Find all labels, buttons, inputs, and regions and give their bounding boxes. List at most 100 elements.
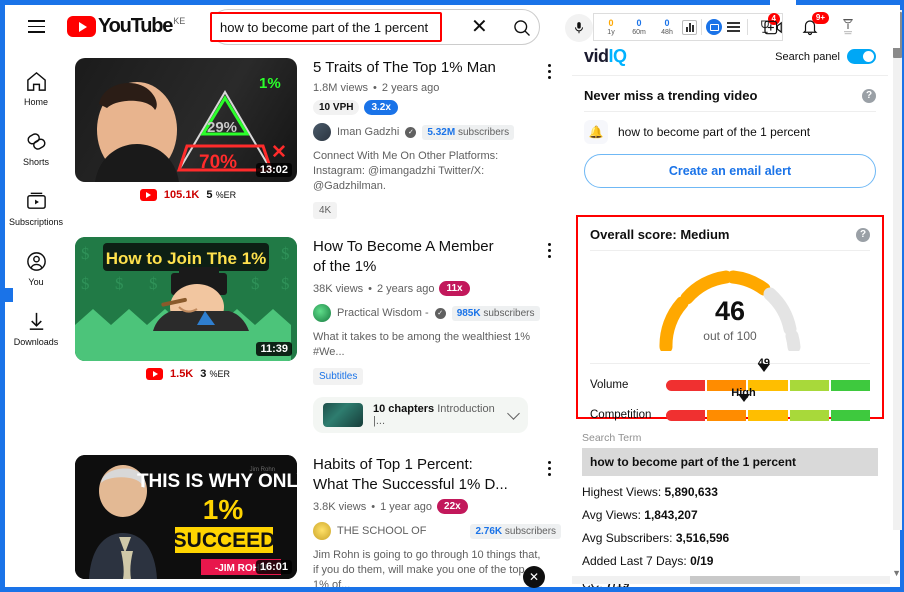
channel-row[interactable]: THE SCHOOL OF 2.76K subscribers [313, 522, 567, 540]
channel-row[interactable]: Practical Wisdom - 985K subscribers [313, 304, 567, 322]
sidebar-item-label: Subscriptions [8, 217, 64, 227]
thumbnail-column: 1% 29% 70% ✕ 13:02 105.1K 5 %ER [75, 58, 301, 219]
stat-label: Added Last 7 Days: [582, 554, 687, 568]
video-age: 1 year ago [380, 500, 433, 513]
verified-icon [405, 126, 417, 138]
video-thumbnail[interactable]: $$$ $$$ $ $$$ $$$ $ How to Join The 1% [75, 237, 297, 361]
search-button[interactable] [507, 14, 537, 41]
sidebar-item-label: You [28, 277, 44, 287]
close-overlay-button[interactable]: ✕ [523, 566, 545, 588]
youtube-mini-icon [146, 368, 164, 380]
svg-text:1%: 1% [203, 494, 244, 525]
svg-text:✕: ✕ [271, 142, 287, 163]
channel-avatar [313, 123, 331, 141]
help-icon[interactable]: ? [856, 227, 870, 242]
volume-marker [757, 363, 770, 390]
score-value: 46 [714, 296, 746, 326]
clear-search-icon[interactable]: ✕ [471, 17, 493, 39]
search-panel-toggle[interactable] [847, 49, 876, 64]
magnifier-icon [514, 19, 530, 36]
trending-header: Never miss a trending video ? [584, 88, 876, 112]
video-title[interactable]: 5 Traits of The Top 1% Man [313, 58, 508, 78]
notification-badge: 9+ [811, 12, 829, 24]
create-video-icon[interactable] [760, 14, 786, 40]
video-description: What it takes to be among the wealthiest… [313, 331, 531, 358]
sidebar-item-subscriptions[interactable]: Subscriptions [5, 178, 67, 238]
bar-chart-icon[interactable] [682, 19, 697, 35]
sidebar-item-shorts[interactable]: Shorts [5, 118, 67, 178]
subscriber-badge: 985K subscribers [451, 305, 540, 321]
vidiq-brand: vid [584, 46, 609, 66]
avatar[interactable] [835, 14, 861, 40]
thumbnail-stats: 1.5K 3 %ER [75, 368, 301, 380]
help-icon[interactable]: ? [862, 88, 876, 103]
youtube-country-code: KE [173, 16, 186, 26]
youtube-mini-icon [139, 189, 157, 201]
stat-label: Highest Views: [582, 485, 662, 499]
channel-row[interactable]: Iman Gadzhi 5.32M subscribers [313, 123, 567, 141]
multiplier-badge: 22x [437, 499, 468, 514]
chapters-row[interactable]: 10 chapters Introduction |... [313, 397, 528, 433]
account-icon [26, 252, 46, 271]
chevron-down-icon[interactable] [507, 407, 520, 420]
sidebar-item-label: Shorts [22, 157, 49, 167]
video-info: How To Become A Member of the 1% 38K vie… [301, 237, 567, 433]
competition-marker [737, 393, 750, 420]
er-label: %ER [209, 369, 230, 379]
page-scrollbar-track[interactable] [893, 10, 902, 530]
video-title[interactable]: How To Become A Member of the 1% [313, 237, 508, 277]
scroll-down-arrow-icon[interactable]: ▼ [892, 568, 901, 578]
sidebar-item-downloads[interactable]: Downloads [5, 298, 67, 358]
sidebar-item-home[interactable]: Home [5, 58, 67, 118]
stat-value: 3,516,596 [675, 531, 730, 545]
youtube-logo[interactable]: YouTube KE [67, 16, 185, 37]
panel-hscrollbar-thumb[interactable] [690, 576, 800, 584]
subscriptions-icon [26, 192, 46, 209]
bell-icon[interactable]: 9+ [797, 12, 829, 40]
subscriber-badge: 5.32M subscribers [422, 124, 515, 140]
video-description: Jim Rohn is going to go through 10 thing… [313, 549, 541, 587]
thumbnail-views: 105.1K [163, 189, 200, 201]
meta-dot: • [371, 500, 376, 513]
meta-dot: • [368, 282, 372, 295]
sidebar-item-you[interactable]: You [5, 238, 67, 298]
video-title[interactable]: Habits of Top 1 Percent: What The Succes… [313, 455, 508, 495]
svg-text:THIS IS WHY ONLY: THIS IS WHY ONLY [137, 471, 297, 492]
video-thumbnail[interactable]: 1% 29% 70% ✕ 13:02 [75, 58, 297, 182]
er-value: 5 [206, 189, 213, 201]
sidebar-item-label: Downloads [13, 337, 59, 347]
search-term-stats: Search Term how to become part of the 1 … [582, 432, 878, 587]
svg-text:1%: 1% [259, 75, 281, 92]
vidiq-stat-60m[interactable]: 0 60m [626, 18, 652, 37]
svg-text:How to Join The 1%: How to Join The 1% [106, 249, 267, 268]
channel-name: THE SCHOOL OF [337, 525, 427, 537]
volume-bar-row: Volume 49 [590, 357, 871, 400]
create-email-alert-button[interactable]: Create an email alert [584, 154, 876, 188]
subscriber-count: 2.76K [475, 525, 503, 537]
hamburger-icon[interactable] [17, 8, 55, 46]
vidiq-stat-1y[interactable]: 0 1y [598, 18, 624, 37]
camera-icon[interactable] [706, 19, 722, 35]
search-panel-label: Search panel [775, 50, 840, 63]
voice-search-button[interactable] [565, 14, 593, 42]
list-icon[interactable] [724, 22, 743, 32]
video-result-item: 1% 29% 70% ✕ 13:02 105.1K 5 %ER 5 Traits… [67, 48, 567, 219]
video-duration: 16:01 [255, 560, 292, 574]
er-value: 3 [200, 368, 207, 380]
vidiq-stat-48h[interactable]: 0 48h [654, 18, 680, 37]
meta-dot: • [373, 82, 377, 94]
more-options-icon[interactable] [539, 60, 559, 83]
video-thumbnail[interactable]: Jim Rohn THIS IS WHY ONLY 1% SUCCEED -JI… [75, 455, 297, 579]
vidiq-logo: vidIQ [584, 46, 627, 67]
more-options-icon[interactable] [539, 239, 559, 262]
search-input[interactable]: how to become part of the 1 percent [210, 12, 442, 42]
chapter-count: 10 chapters [373, 403, 435, 415]
channel-name: Practical Wisdom - [337, 307, 429, 319]
more-options-icon[interactable] [539, 457, 559, 480]
video-badge: Subtitles [313, 368, 364, 385]
video-views: 1.8M views [313, 82, 369, 94]
svg-text:$: $ [81, 274, 90, 293]
video-age: 2 years ago [381, 82, 440, 94]
divider [747, 19, 748, 35]
verified-icon [434, 307, 446, 319]
